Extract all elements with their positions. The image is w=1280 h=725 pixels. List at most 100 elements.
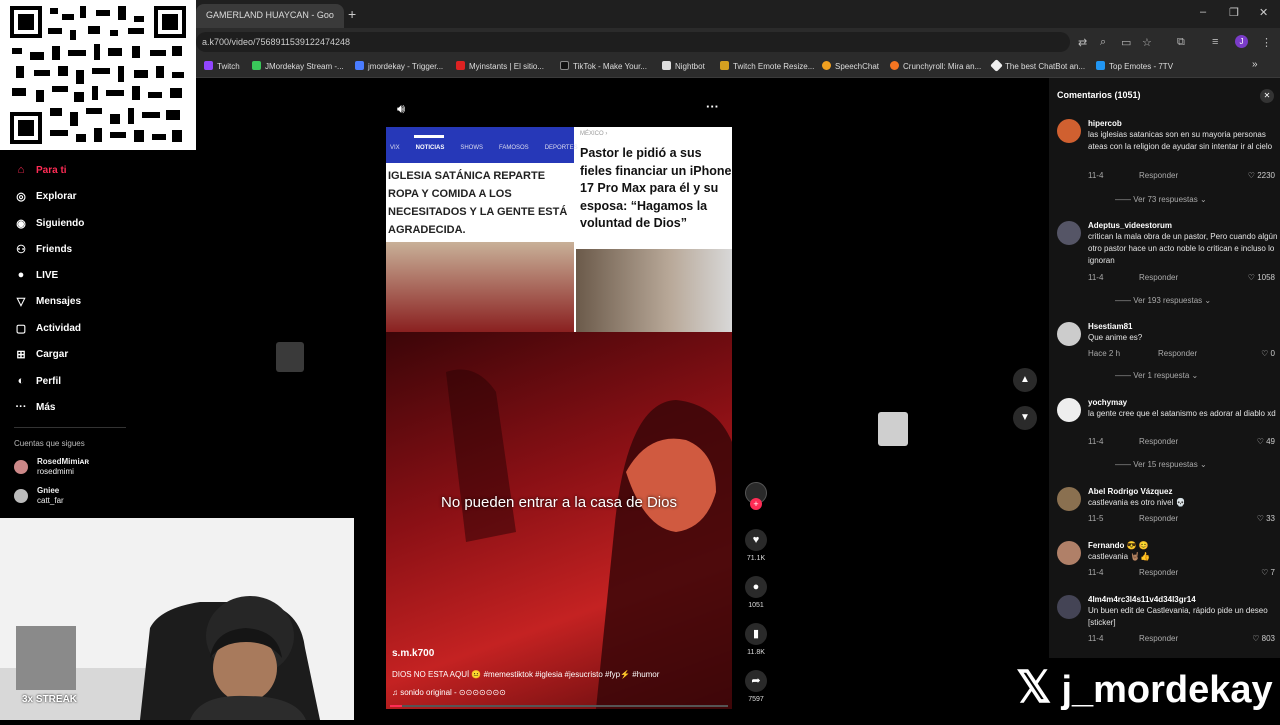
music-note-icon: ♫ — [392, 688, 401, 697]
tab-underline — [414, 135, 444, 138]
save-button[interactable]: ▮ 11.8K — [744, 623, 768, 656]
bookmark-star-icon[interactable]: ☆ — [1142, 36, 1152, 49]
video-sound[interactable]: ♫ sonido original - ⊙⊙⊙⊙⊙⊙⊙ — [392, 688, 506, 697]
comment-item: Abel Rodrigo Vázquez castlevania es otro… — [1057, 487, 1277, 527]
bookmark-item[interactable]: Twitch — [204, 61, 240, 71]
bookmark-item[interactable]: Twitch Emote Resize... — [720, 61, 814, 71]
left-headline: IGLESIA SATÁNICA REPARTE ROPA Y COMIDA A… — [388, 170, 568, 236]
bookmark-item[interactable]: Nightbot — [662, 61, 705, 71]
profile-icon: ◐ — [17, 375, 25, 387]
follow-plus-icon[interactable]: + — [750, 498, 762, 510]
right-kicker: MÉXICO › — [580, 131, 608, 137]
tab-search-icon[interactable]: ≡ — [1212, 36, 1218, 48]
video-subtitle: No pueden entrar a la casa de Dios — [441, 494, 677, 511]
close-window-icon[interactable]: ✕ — [1259, 6, 1268, 19]
sidebar-item-siguiendo[interactable]: ◉ Siguiendo — [14, 217, 84, 230]
avatar[interactable] — [1057, 398, 1081, 422]
video-author[interactable]: s.m.k700 — [392, 648, 434, 659]
chevron-up-icon: ▲ — [1020, 374, 1030, 385]
news-tabs: VIX NOTICIAS SHOWS FAMOSOS DEPORTES — [390, 145, 578, 151]
bookmark-item[interactable]: TikTok - Make Your... — [560, 61, 647, 71]
sidebar-item-para-ti[interactable]: ⌂ Para ti — [14, 164, 67, 176]
home-icon: ⌂ — [17, 164, 25, 176]
sidebar-item-friends[interactable]: ⚇ Friends — [14, 243, 72, 256]
bookmark-item[interactable]: The best ChatBot an... — [990, 59, 1085, 72]
bookmarks-overflow-icon[interactable]: » — [1252, 59, 1258, 70]
qr-code — [0, 0, 196, 150]
following-icon: ◉ — [16, 218, 26, 230]
comment-item: hipercob las iglesias satanicas son en s… — [1057, 119, 1277, 209]
video-menu-icon[interactable]: ··· — [706, 99, 719, 114]
cast-icon[interactable]: ▭ — [1121, 36, 1131, 49]
sidebar-divider — [14, 427, 126, 428]
sidebar-item-cargar[interactable]: ⊞ Cargar — [14, 348, 68, 361]
sidebar-item-explorar[interactable]: ◎ Explorar — [14, 190, 76, 203]
live-icon: ● — [17, 269, 25, 281]
view-replies[interactable]: —— Ver 1 respuesta ⌄ — [1115, 371, 1198, 380]
minimize-icon[interactable]: – — [1200, 6, 1206, 18]
menu-kebab-icon[interactable]: ⋮ — [1261, 36, 1272, 49]
comment-item: Fernando 😎 😊 castlevania 🤘🏽👍 11-4 Respon… — [1057, 541, 1277, 581]
avatar[interactable] — [1057, 119, 1081, 143]
share-button[interactable]: ➦ 7597 — [744, 670, 768, 703]
like-button[interactable]: ♥ 71.1K — [744, 529, 768, 562]
bookmark-item[interactable]: Top Emotes - 7TV — [1096, 61, 1173, 71]
like-count[interactable]: ♡ 803 — [1252, 634, 1275, 643]
view-replies[interactable]: —— Ver 193 respuestas ⌄ — [1115, 296, 1211, 305]
avatar[interactable] — [1057, 322, 1081, 346]
sidebar-item-live[interactable]: ● LIVE — [14, 269, 59, 281]
bookmark-item[interactable]: SpeechChat — [822, 61, 879, 71]
comment-item: Adeptus_videestorum critican la mala obr… — [1057, 221, 1277, 311]
volume-icon[interactable]: 🔊︎ — [397, 101, 405, 117]
translate-icon[interactable]: ⇄ — [1078, 36, 1087, 49]
extensions-icon[interactable]: ⧉ — [1177, 36, 1185, 49]
x-logo-icon: 𝕏 — [1016, 663, 1052, 712]
bookmark-item[interactable]: jmordekay - Trigger... — [355, 61, 443, 71]
following-account[interactable]: RosedMimiᴀʀ rosedmimi — [14, 457, 124, 477]
streamer-watermark: 𝕏j_mordekay — [1012, 660, 1280, 716]
restore-icon[interactable]: ❐ — [1229, 6, 1239, 19]
like-count[interactable]: ♡ 0 — [1261, 349, 1275, 358]
address-bar[interactable]: a.k700/video/7568911539122474248 — [196, 32, 1070, 52]
comment-button[interactable]: ● 1051 — [744, 576, 768, 609]
like-count[interactable]: ♡ 33 — [1257, 514, 1275, 523]
author-avatar-button[interactable]: + — [744, 482, 768, 510]
following-account[interactable]: Gniee catt_far — [14, 486, 124, 506]
sidebar-item-actividad[interactable]: ▢ Actividad — [14, 322, 81, 335]
progress-track[interactable] — [390, 705, 728, 707]
avatar — [14, 460, 28, 474]
sidebar-item-mensajes[interactable]: ▽ Mensajes — [14, 295, 81, 308]
next-video-button[interactable]: ▼ — [1013, 406, 1037, 430]
like-count[interactable]: ♡ 1058 — [1248, 273, 1275, 282]
sidebar-item-perfil[interactable]: ◐ Perfil — [14, 375, 61, 387]
bookmark-icon: ▮ — [745, 623, 767, 645]
right-headline: Pastor le pidió a sus fieles financiar u… — [580, 146, 732, 230]
view-replies[interactable]: —— Ver 73 respuestas ⌄ — [1115, 195, 1207, 204]
share-icon: ➦ — [745, 670, 767, 692]
bookmark-item[interactable]: Crunchyroll: Mira an... — [890, 61, 981, 71]
chevron-down-icon: ▼ — [1020, 412, 1030, 423]
previous-video-button[interactable]: ▲ — [1013, 368, 1037, 392]
like-count[interactable]: ♡ 49 — [1257, 437, 1275, 446]
new-tab-icon[interactable]: + — [348, 6, 356, 22]
like-count[interactable]: ♡ 2230 — [1248, 171, 1275, 180]
avatar[interactable] — [1057, 487, 1081, 511]
browser-tab[interactable]: GAMERLAND HUAYCAN - Goo — [196, 4, 344, 28]
bookmark-item[interactable]: Myinstants | El sitio... — [456, 61, 544, 71]
floating-sticker — [276, 342, 304, 372]
sidebar-item-mas[interactable]: ··· Más — [14, 401, 56, 413]
comment-item: 4lm4m4rc3l4s11v4d34l3gr14 Un buen edit d… — [1057, 595, 1277, 655]
zoom-icon[interactable]: ⌕ — [1100, 36, 1106, 49]
bookmark-item[interactable]: JMordekay Stream -... — [252, 61, 344, 71]
profile-avatar-icon[interactable]: J — [1235, 35, 1248, 48]
like-count[interactable]: ♡ 7 — [1261, 568, 1275, 577]
avatar[interactable] — [1057, 221, 1081, 245]
comment-icon: ● — [745, 576, 767, 598]
avatar[interactable] — [1057, 541, 1081, 565]
close-comments-icon[interactable]: ✕ — [1260, 89, 1274, 103]
avatar[interactable] — [1057, 595, 1081, 619]
video-player[interactable]: VIX NOTICIAS SHOWS FAMOSOS DEPORTES IGLESIA … — [386, 127, 732, 709]
comment-item: Hsestiam81 Que anime es? Hace 2 h Respon… — [1057, 322, 1277, 384]
view-replies[interactable]: —— Ver 15 respuestas ⌄ — [1115, 460, 1207, 469]
anime-frame — [386, 332, 732, 709]
